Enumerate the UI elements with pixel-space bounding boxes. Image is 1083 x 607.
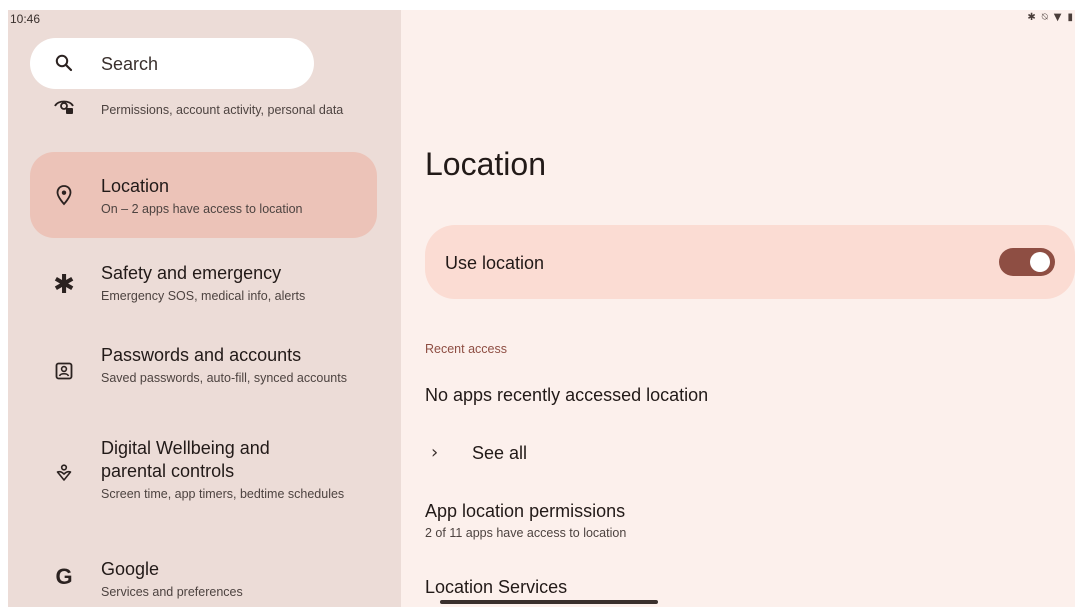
battery-icon: ▮	[1067, 12, 1073, 23]
search-label: Search	[101, 54, 159, 74]
location-detail-pane: Location Use location Recent access No a…	[401, 10, 1075, 607]
see-all-label: See all	[472, 443, 528, 463]
settings-item-title: Digital Wellbeing and parental controls	[101, 438, 270, 481]
status-icons: ✱ ⍉ ▼ ▮	[1027, 12, 1073, 24]
settings-item-subtitle: Services and preferences	[101, 585, 243, 599]
page-title: Location	[425, 146, 546, 182]
settings-item-title: Location	[101, 176, 170, 196]
no-recent-access-text: No apps recently accessed location	[425, 385, 709, 405]
search-icon	[54, 53, 74, 73]
settings-item-subtitle: Screen time, app timers, bedtime schedul…	[101, 487, 345, 501]
google-g-icon: G	[55, 564, 73, 589]
bluetooth-icon: ✱	[1027, 12, 1036, 23]
wifi-icon: ▼	[1053, 12, 1062, 23]
app-permissions-subtitle: 2 of 11 apps have access to location	[425, 526, 627, 540]
status-time: 10:46	[10, 12, 41, 26]
settings-item-subtitle: Permissions, account activity, personal …	[101, 103, 344, 117]
screen: Search Permissions, account activity, pe…	[0, 0, 1083, 607]
recent-access-header: Recent access	[425, 342, 507, 356]
settings-item-title: Safety and emergency	[101, 263, 282, 283]
settings-item-title: Passwords and accounts	[101, 345, 302, 365]
account-box-icon	[53, 360, 75, 382]
asterisk-icon: ✱	[53, 270, 75, 300]
settings-item-title: Google	[101, 559, 160, 579]
settings-item-subtitle: Saved passwords, auto-fill, synced accou…	[101, 371, 347, 385]
location-services-row[interactable]: Location Services	[425, 577, 567, 598]
settings-item-safety[interactable]: ✱ Safety and emergency Emergency SOS, me…	[30, 246, 377, 324]
settings-item-subtitle: Emergency SOS, medical info, alerts	[101, 289, 306, 303]
settings-list-pane: Search Permissions, account activity, pe…	[8, 10, 401, 607]
eye-lock-icon	[53, 95, 75, 117]
app-permissions-title: App location permissions	[425, 501, 626, 521]
settings-item-wellbeing[interactable]: Digital Wellbeing and parental controls …	[30, 420, 377, 530]
use-location-card[interactable]: Use location	[425, 225, 1075, 299]
use-location-toggle[interactable]	[999, 248, 1055, 276]
wellbeing-icon	[53, 462, 75, 484]
use-location-label: Use location	[445, 253, 545, 273]
location-pin-icon	[53, 184, 75, 206]
chevron-right-icon: ›	[431, 442, 439, 463]
gesture-nav-handle[interactable]	[440, 600, 658, 604]
settings-item-subtitle: On – 2 apps have access to location	[101, 202, 303, 216]
notifications-off-icon: ⍉	[1041, 12, 1048, 23]
settings-item-google[interactable]: G Google Services and preferences	[30, 542, 377, 607]
settings-item-location[interactable]: Location On – 2 apps have access to loca…	[30, 152, 377, 238]
toggle-knob	[1030, 252, 1050, 272]
settings-item-passwords[interactable]: Passwords and accounts Saved passwords, …	[30, 332, 377, 412]
search-bar[interactable]: Search	[30, 38, 314, 89]
settings-item-privacy[interactable]: Permissions, account activity, personal …	[30, 88, 377, 144]
